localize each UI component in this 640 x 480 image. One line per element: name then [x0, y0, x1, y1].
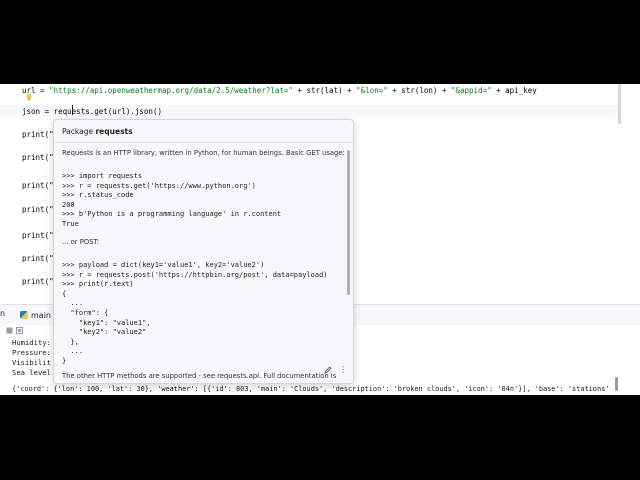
popup-code-post: >>> payload = dict(key1='value1', key2='… [62, 261, 328, 365]
popup-title: Package requests [62, 127, 133, 136]
popup-code-get: >>> import requests >>> r = requests.get… [62, 172, 282, 228]
code-token: "&appid=" [450, 86, 492, 95]
code-line[interactable]: print(" [22, 130, 54, 140]
code-token: print(" [22, 130, 54, 139]
code-token: + str(lat) + [292, 86, 357, 95]
code-token: print(" [22, 254, 54, 263]
popup-intro: Requests is an HTTP library, written in … [62, 149, 345, 157]
console-dict-line: {'coord': {'lon': 100, 'lat': 30}, 'weat… [12, 385, 610, 393]
popup-scrollbar[interactable] [347, 150, 350, 295]
popup-or-post: ... or POST: [62, 238, 100, 246]
code-line[interactable]: print(" [22, 153, 54, 163]
popup-actions: ⋮ [324, 365, 347, 374]
code-line[interactable]: print(" [22, 205, 54, 215]
code-line[interactable]: print(" [22, 231, 54, 241]
code-token: print(" [22, 231, 54, 240]
rerun-icon[interactable] [16, 327, 23, 334]
popup-footer: The other HTTP methods are supported - s… [62, 372, 337, 380]
quick-documentation-popup[interactable]: Package requests Requests is an HTTP lib… [53, 119, 354, 384]
code-token: url = [22, 86, 50, 95]
code-line[interactable]: json = requests.get(url).json() [22, 107, 162, 117]
popup-title-name: requests [95, 127, 133, 136]
code-token: print(" [22, 205, 54, 214]
code-token: print(" [22, 153, 54, 162]
popup-divider [54, 142, 353, 143]
code-line[interactable]: url = "https://api.openweathermap.org/da… [22, 86, 537, 96]
code-token: json = requests.get(url).json() [22, 107, 162, 116]
code-token: print(" [22, 181, 54, 190]
code-token: print(" [22, 277, 54, 286]
code-token: + str(lon) + [387, 86, 451, 95]
more-icon[interactable]: ⋮ [339, 365, 347, 374]
run-tool-label[interactable]: n [0, 309, 5, 318]
console-line: Humidity: [12, 338, 51, 347]
code-token: "https://api.openweathermap.org/data/2.5… [49, 86, 293, 95]
console-line: Sea level [12, 368, 51, 377]
code-token: "&lon=" [356, 86, 388, 95]
popup-title-prefix: Package [62, 127, 96, 136]
console-line: Visibilit [12, 358, 51, 367]
edit-icon[interactable] [324, 365, 332, 374]
code-line[interactable]: print(" [22, 277, 54, 287]
console-scrollbar[interactable] [615, 377, 618, 391]
python-icon [20, 311, 28, 319]
run-tab-label: main [31, 310, 51, 320]
code-token: + api_key [491, 86, 537, 95]
code-line[interactable]: print(" [22, 181, 54, 191]
stop-icon[interactable] [6, 327, 13, 334]
editor-scrollbar[interactable] [618, 84, 621, 124]
console-line: Pressure: [12, 348, 51, 357]
text-cursor [72, 105, 73, 115]
code-line[interactable]: print(" [22, 254, 54, 264]
